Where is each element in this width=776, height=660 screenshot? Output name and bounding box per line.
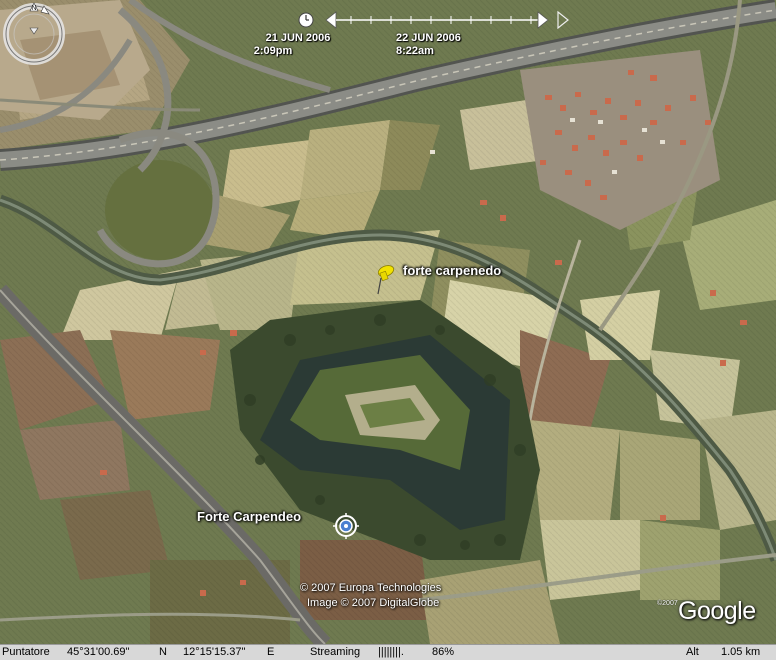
pushpin-icon[interactable]	[372, 262, 398, 296]
satellite-imagery	[0, 0, 776, 644]
placemark-label-place[interactable]: Forte Carpendeo	[197, 509, 301, 524]
pointer-label: Puntatore	[2, 646, 50, 658]
compass-navigation-icon[interactable]: N	[0, 0, 68, 68]
time-slider-track[interactable]	[296, 4, 576, 34]
svg-text:N: N	[31, 5, 36, 12]
satellite-map[interactable]: 21 JUN 2006 2:09pm 22 JUN 2006 8:22am N …	[0, 0, 776, 644]
streaming-label: Streaming	[310, 646, 361, 658]
time-slider[interactable]: 21 JUN 2006 2:09pm 22 JUN 2006 8:22am	[254, 4, 576, 57]
streaming-percent: 86%	[432, 646, 455, 658]
time-start-time: 2:09pm	[253, 45, 293, 57]
time-end-time: 8:22am	[396, 45, 434, 57]
status-bar: Puntatore 45°31'00.69" N 12°15'15.37" E …	[0, 644, 776, 660]
pointer-lon-dir: E	[267, 646, 275, 658]
streaming-bar: ||||||||.	[378, 646, 404, 658]
pointer-longitude: 12°15'15.37"	[183, 646, 246, 658]
copyright-digitalglobe: Image © 2007 DigitalGlobe	[307, 597, 440, 609]
pointer-latitude: 45°31'00.69"	[67, 646, 130, 658]
time-start: 21 JUN 2006 2:09pm	[248, 32, 348, 58]
placemark-label-pin[interactable]: forte carpenedo	[403, 263, 501, 278]
time-end: 22 JUN 2006 8:22am	[396, 32, 471, 58]
time-start-date: 21 JUN 2006	[265, 32, 331, 44]
time-end-date: 22 JUN 2006	[396, 32, 461, 44]
pointer-lat-dir: N	[159, 646, 167, 658]
altitude-label: Alt	[686, 646, 699, 658]
google-copyright-small: ©2007	[657, 600, 678, 607]
copyright-europa: © 2007 Europa Technologies	[300, 582, 442, 594]
altitude-value: 1.05 km	[721, 646, 761, 658]
google-logo: Google	[678, 597, 756, 625]
target-icon[interactable]	[333, 513, 359, 539]
